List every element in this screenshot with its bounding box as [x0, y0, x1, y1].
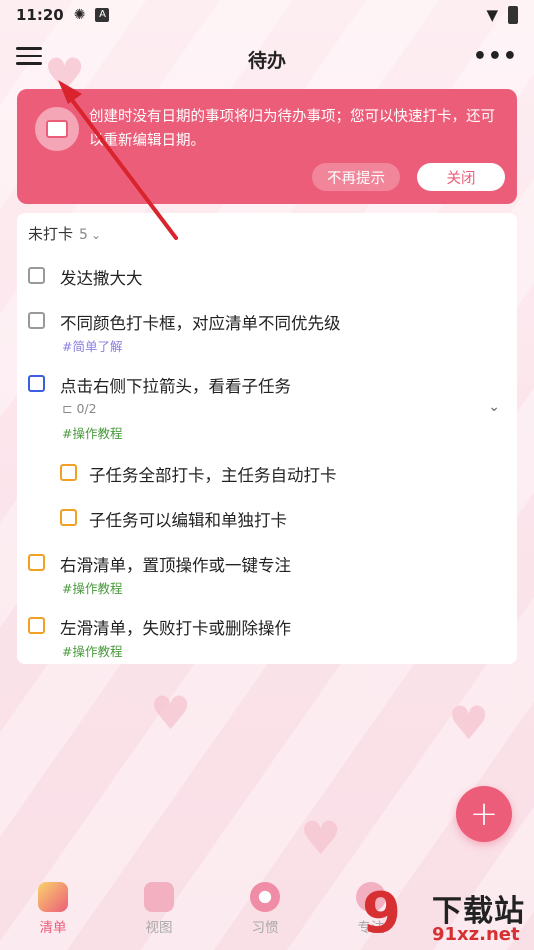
no-remind-button[interactable]: 不再提示 — [312, 163, 400, 191]
add-task-button[interactable]: + — [456, 786, 512, 842]
app-header: 待办 ••• — [0, 38, 534, 78]
nav-item-view[interactable]: 视图 — [106, 878, 212, 950]
close-button[interactable]: 关闭 — [417, 163, 505, 191]
battery-icon — [508, 6, 518, 24]
section-count: 5 — [79, 227, 88, 243]
nav-item-habit[interactable]: 习惯 — [212, 878, 318, 950]
checkbox[interactable] — [28, 554, 45, 571]
task-title: 点击右侧下拉箭头，看看子任务 — [60, 377, 291, 396]
info-banner: 创建时没有日期的事项将归为待办事项；您可以快速打卡，还可以重新编辑日期。 不再提… — [17, 89, 517, 204]
site-watermark: 9 下载站 91xz.net — [362, 882, 534, 950]
envelope-view-icon — [144, 882, 174, 912]
subtask-icon: ⊏ — [62, 401, 77, 416]
section-title: 未打卡 — [28, 225, 74, 243]
heart-decoration: ♥ — [300, 811, 342, 865]
checkbox[interactable] — [60, 464, 77, 481]
more-dots-icon[interactable]: ••• — [473, 44, 518, 69]
checkbox[interactable] — [28, 617, 45, 634]
heart-decoration: ♥ — [150, 686, 192, 740]
task-title: 子任务全部打卡，主任务自动打卡 — [89, 466, 337, 485]
chevron-down-icon[interactable]: ⌄ — [488, 399, 500, 415]
checkbox[interactable] — [28, 375, 45, 392]
checkbox[interactable] — [28, 312, 45, 329]
section-header-unchecked[interactable]: 未打卡 5 ⌄ — [28, 223, 101, 244]
subtask-progress: ⊏ 0/2 — [62, 401, 97, 416]
task-title: 子任务可以编辑和单独打卡 — [89, 511, 287, 530]
watermark-url: 91xz.net — [432, 924, 520, 945]
task-tag: #操作教程 — [62, 581, 123, 596]
wifi-icon: ▼ — [486, 6, 498, 24]
chevron-down-icon: ⌄ — [90, 228, 101, 242]
task-title: 发达撒大大 — [60, 269, 143, 288]
task-title: 不同颜色打卡框，对应清单不同优先级 — [60, 314, 341, 333]
status-bar: 11:20 ✺ A ▼ — [0, 0, 534, 30]
task-tag: #操作教程 — [62, 426, 123, 441]
gift-list-icon — [38, 882, 68, 912]
inbox-icon — [35, 107, 79, 151]
a-icon: A — [95, 8, 110, 22]
nav-item-list[interactable]: 清单 — [0, 878, 106, 950]
heart-decoration: ♥ — [448, 696, 490, 750]
settings-icon: ✺ — [73, 7, 86, 23]
banner-text: 创建时没有日期的事项将归为待办事项；您可以快速打卡，还可以重新编辑日期。 — [89, 109, 495, 149]
status-time: 11:20 — [16, 6, 64, 24]
task-tag: #简单了解 — [62, 339, 123, 354]
watermark-logo: 9 — [362, 881, 401, 946]
checkbox[interactable] — [28, 267, 45, 284]
checkbox[interactable] — [60, 509, 77, 526]
task-list-card: 未打卡 5 ⌄ 发达撒大大 不同颜色打卡框，对应清单不同优先级 #简单了解 点击右侧… — [17, 213, 517, 664]
nav-label: 清单 — [39, 920, 67, 936]
nav-label: 习惯 — [251, 920, 279, 936]
page-title: 待办 — [247, 50, 286, 72]
nav-label: 视图 — [145, 920, 173, 936]
donut-habit-icon — [250, 882, 280, 912]
task-tag: #操作教程 — [62, 644, 123, 659]
task-title: 左滑清单，失败打卡或删除操作 — [60, 619, 291, 638]
task-title: 右滑清单，置顶操作或一键专注 — [60, 556, 291, 575]
